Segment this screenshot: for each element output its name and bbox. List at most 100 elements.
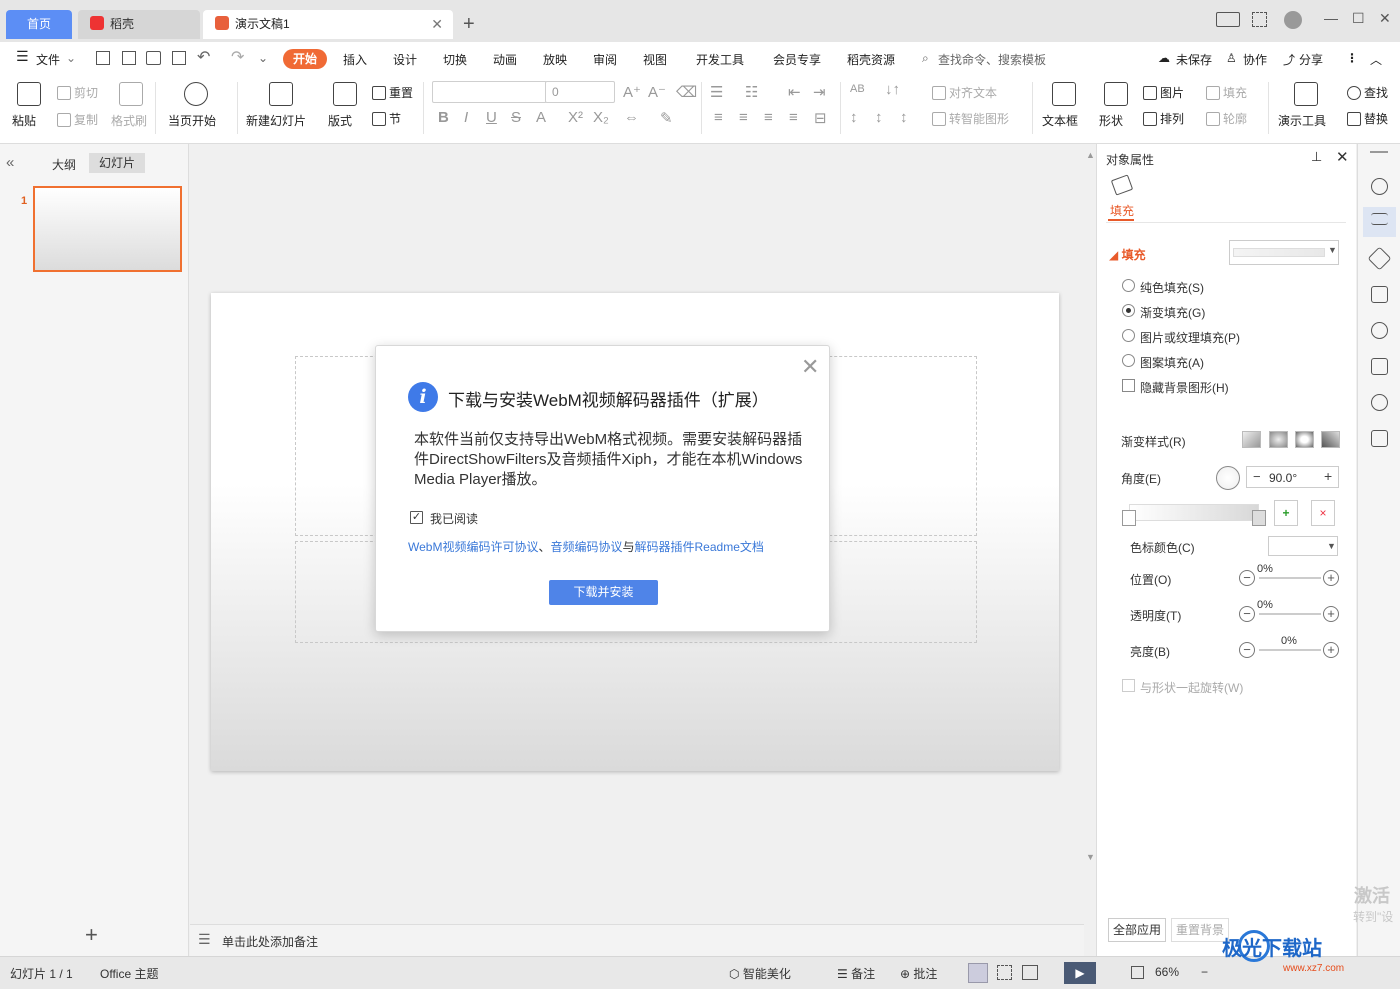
find-button[interactable]: 查找 (1347, 84, 1388, 101)
italic-icon[interactable]: I (464, 109, 468, 126)
share-button[interactable]: 分享 (1299, 51, 1323, 68)
picture-fill-label[interactable]: 图片或纹理填充(P) (1140, 329, 1240, 346)
layout-icon[interactable] (1216, 12, 1240, 27)
spacing-icon[interactable]: ↕ (900, 109, 908, 126)
transparency-slider[interactable] (1259, 613, 1321, 615)
collapse-panel-icon[interactable]: « (6, 154, 14, 171)
tab-daoke[interactable]: 稻壳 (78, 10, 200, 39)
arrange-button[interactable]: 排列 (1143, 110, 1184, 127)
angle-value[interactable]: 90.0° (1269, 471, 1297, 485)
font-color-icon[interactable]: A (536, 109, 546, 126)
pattern-fill-label[interactable]: 图案填充(A) (1140, 354, 1204, 371)
phonetic-icon[interactable]: ⇔ (624, 109, 639, 126)
zoom-level[interactable]: 66% (1155, 965, 1179, 979)
fill-tab[interactable]: 填充 (1110, 202, 1134, 219)
pattern-fill-radio[interactable] (1122, 354, 1135, 367)
download-install-button[interactable]: 下载并安装 (549, 580, 658, 605)
section-button[interactable]: 节 (372, 110, 401, 127)
normal-view-icon[interactable] (968, 963, 988, 983)
presentation-tools-button[interactable]: 演示工具 (1278, 112, 1326, 129)
scroll-up-icon[interactable]: ▲ (1086, 150, 1095, 160)
tab-home[interactable]: 首页 (6, 10, 72, 39)
gradient-bar[interactable] (1129, 504, 1259, 521)
hamburger-icon[interactable]: ☰ (16, 48, 29, 65)
collapse-ribbon-icon[interactable]: ︿ (1370, 51, 1382, 68)
from-current-button[interactable]: 当页开始 (168, 112, 216, 129)
maximize-button[interactable]: ☐ (1352, 10, 1365, 27)
avatar[interactable] (1284, 11, 1302, 29)
subscript-icon[interactable]: X₂ (593, 109, 609, 126)
transparency-increase[interactable]: + (1323, 606, 1339, 622)
minimize-button[interactable]: — (1324, 10, 1338, 26)
copy-button[interactable]: 复制 (57, 111, 98, 128)
save-icon[interactable] (96, 51, 110, 65)
comments-toggle[interactable]: ⊕ 批注 (900, 965, 937, 982)
new-tab-button[interactable]: + (463, 13, 475, 36)
eraser-icon[interactable]: ⌫ (676, 83, 697, 101)
undo-icon[interactable]: ↶ (197, 47, 210, 67)
grow-font-icon[interactable]: A⁺ (623, 83, 641, 101)
tab-slides[interactable]: 幻灯片 (89, 153, 145, 173)
strikethrough-icon[interactable]: S (511, 109, 521, 126)
delete-stop-button[interactable]: × (1311, 500, 1335, 526)
properties-header[interactable]: 对象属性 (1106, 151, 1154, 168)
help-icon[interactable] (1371, 322, 1388, 339)
paste-button[interactable]: 粘贴 (12, 112, 36, 129)
add-slide-icon[interactable]: + (85, 922, 98, 948)
menu-slideshow[interactable]: 放映 (543, 51, 567, 68)
underline-icon[interactable]: U (486, 109, 497, 126)
notes-placeholder[interactable]: 单击此处添加备注 (222, 933, 318, 950)
unsaved-status[interactable]: 未保存 (1176, 51, 1212, 68)
transparency-decrease[interactable]: − (1239, 606, 1255, 622)
notes-area[interactable]: ☰ 单击此处添加备注 (190, 924, 1084, 956)
distribute-icon[interactable]: ⊟ (814, 109, 827, 127)
menu-animation[interactable]: 动画 (493, 51, 517, 68)
solid-fill-label[interactable]: 纯色填充(S) (1140, 279, 1204, 296)
new-slide-button[interactable]: 新建幻灯片 (246, 112, 306, 129)
text-direction-icon[interactable]: AB (850, 83, 865, 95)
print-preview-icon[interactable] (172, 51, 186, 65)
font-size-select[interactable]: 0 (545, 81, 615, 103)
gradient-radial-swatch[interactable] (1269, 431, 1288, 448)
play-icon[interactable] (184, 82, 208, 106)
reset-button[interactable]: 重置 (372, 84, 413, 101)
brightness-slider[interactable] (1259, 649, 1321, 651)
new-slide-icon[interactable] (269, 82, 293, 106)
readme-link[interactable]: 解码器插件Readme文档 (635, 540, 764, 554)
smart-shape-button[interactable]: 转智能图形 (932, 110, 1009, 127)
vertical-scrollbar[interactable]: ▲ ▼ (1084, 144, 1096, 956)
close-tab-icon[interactable]: ✕ (431, 10, 443, 39)
replace-button[interactable]: 替换 (1347, 110, 1388, 127)
sort-icon[interactable]: ↓↑ (885, 81, 900, 98)
menu-developer[interactable]: 开发工具 (696, 51, 744, 68)
reading-view-icon[interactable] (1022, 965, 1038, 980)
play-slideshow-button[interactable]: ▶ (1064, 962, 1096, 984)
picture-button[interactable]: 图片 (1143, 84, 1184, 101)
smart-beautify-button[interactable]: ⬡ 智能美化 (729, 965, 791, 982)
shape-icon[interactable] (1104, 82, 1128, 106)
rotate-with-shape-checkbox[interactable] (1122, 679, 1135, 692)
menu-transition[interactable]: 切换 (443, 51, 467, 68)
angle-increase[interactable]: + (1324, 468, 1332, 484)
position-decrease[interactable]: − (1239, 570, 1255, 586)
slide-thumbnail[interactable] (33, 186, 182, 272)
layout-button[interactable]: 版式 (328, 112, 352, 129)
pin-icon[interactable]: ⊥ (1311, 149, 1322, 165)
read-checkbox[interactable]: ✓ (410, 511, 423, 524)
close-window-button[interactable]: ✕ (1379, 10, 1391, 27)
theme-name[interactable]: Office 主题 (100, 965, 158, 982)
tab-document[interactable]: 演示文稿1 ✕ (203, 10, 453, 39)
line-spacing-icon[interactable]: ↕ (850, 109, 858, 126)
fill-color-dropdown[interactable]: ▼ (1229, 240, 1339, 265)
transition-icon[interactable] (1371, 286, 1388, 303)
print-icon[interactable] (146, 51, 161, 65)
decrease-indent-icon[interactable]: ⇤ (788, 83, 801, 101)
superscript-icon[interactable]: X² (568, 109, 583, 126)
position-increase[interactable]: + (1323, 570, 1339, 586)
read-checkbox-label[interactable]: 我已阅读 (430, 510, 478, 527)
paste-icon[interactable] (17, 82, 41, 106)
align-center-icon[interactable]: ≡ (739, 109, 748, 126)
paragraph-spacing-icon[interactable]: ↕ (875, 109, 883, 126)
command-search[interactable]: 查找命令、搜索模板 (938, 51, 1046, 68)
webm-license-link[interactable]: WebM视频编码许可协议 (408, 540, 538, 554)
